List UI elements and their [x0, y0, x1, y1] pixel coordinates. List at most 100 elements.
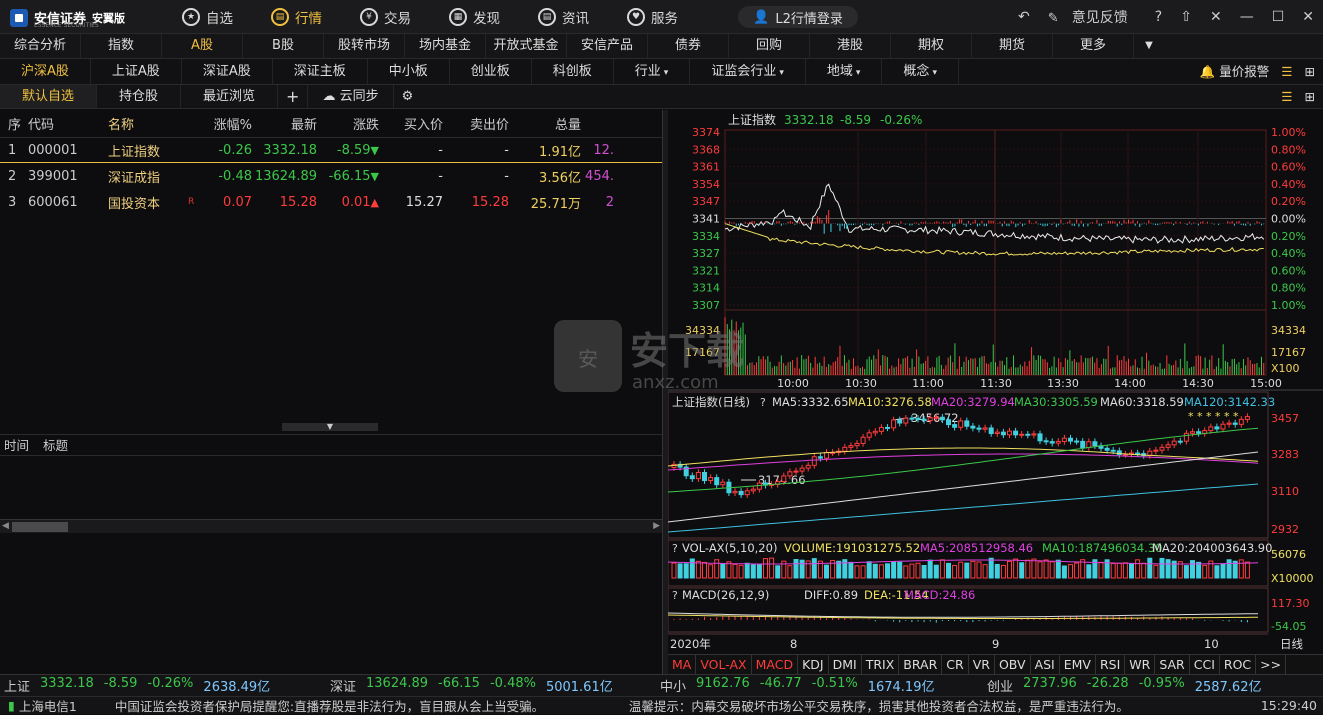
- col-header-8[interactable]: 卖出价: [443, 114, 509, 133]
- market-tab-5[interactable]: 场内基金: [405, 34, 486, 58]
- l2-login-button[interactable]: 👤 L2行情登录: [738, 6, 858, 28]
- nav-5[interactable]: ♥ 服务: [627, 0, 678, 34]
- board-tab-1[interactable]: 上证A股: [91, 59, 182, 84]
- indicator-tab-9[interactable]: OBV: [995, 655, 1031, 674]
- indicator-tab-2[interactable]: MACD: [752, 655, 799, 674]
- col-header-4[interactable]: 涨幅%: [198, 114, 252, 133]
- watchlist-tab-1[interactable]: 持仓股: [97, 85, 182, 108]
- indicator-tab-14[interactable]: SAR: [1155, 655, 1190, 674]
- nav-4[interactable]: ▤ 资讯: [538, 0, 589, 34]
- board-tab-10[interactable]: 概念 ▾: [882, 59, 959, 84]
- market-tab-2[interactable]: A股: [162, 34, 243, 58]
- market-tab-9[interactable]: 回购: [729, 34, 810, 58]
- scroll-right-icon[interactable]: ▶: [653, 521, 660, 531]
- row-vol: 25.71万: [530, 196, 581, 212]
- indicator-tab-17[interactable]: >>: [1256, 655, 1287, 674]
- board-tab-5[interactable]: 创业板: [450, 59, 532, 84]
- market-tab-0[interactable]: 综合分析: [0, 34, 81, 58]
- indicator-tab-6[interactable]: BRAR: [899, 655, 943, 674]
- candle: [1190, 431, 1195, 434]
- index-status-sh[interactable]: 上证 3332.18 -8.59 -0.26% 2638.49亿: [0, 676, 330, 695]
- panel-splitter[interactable]: ▼: [282, 423, 378, 431]
- market-tab-4[interactable]: 股转市场: [324, 34, 405, 58]
- table-row[interactable]: 2 399001 深证成指 -0.48 13624.89 -66.15▼ - -3.56亿 45…: [0, 163, 662, 189]
- market-tab-7[interactable]: 安信产品: [567, 34, 648, 58]
- col-header-6[interactable]: 涨跌: [317, 114, 379, 133]
- indicator-tab-13[interactable]: WR: [1125, 655, 1156, 674]
- settings-gear-icon[interactable]: ⚙: [394, 85, 422, 108]
- vol-help-icon[interactable]: ?: [672, 542, 678, 555]
- back-icon[interactable]: ↶: [1018, 9, 1030, 25]
- indicator-tab-12[interactable]: RSI: [1096, 655, 1126, 674]
- index-status-sz[interactable]: 深证 13624.89 -66.15 -0.48% 5001.61亿: [330, 676, 660, 695]
- cloud-sync-button[interactable]: ☁ 云同步: [308, 85, 394, 108]
- watchlist-tab-2[interactable]: 最近浏览: [181, 85, 279, 108]
- col-header-0[interactable]: 序: [0, 114, 28, 133]
- grid-view-icon-2[interactable]: ⊞: [1305, 85, 1315, 108]
- scroll-thumb[interactable]: [12, 522, 68, 532]
- close-icon[interactable]: ✕: [1302, 9, 1314, 25]
- indicator-tab-10[interactable]: ASI: [1031, 655, 1060, 674]
- help-icon[interactable]: ?: [1155, 9, 1162, 25]
- market-tab-13[interactable]: 更多: [1053, 34, 1134, 58]
- index-status-cy[interactable]: 创业 2737.96 -26.28 -0.95% 2587.62亿: [987, 676, 1323, 695]
- horizontal-scrollbar[interactable]: ◀ ▶: [0, 519, 662, 533]
- board-tab-2[interactable]: 深证A股: [182, 59, 273, 84]
- alert-button[interactable]: 🔔 量价报警: [1200, 59, 1270, 84]
- indicator-tab-1[interactable]: VOL-AX: [696, 655, 752, 674]
- nav-1[interactable]: ▤ 行情: [271, 0, 322, 34]
- candle: [970, 425, 976, 429]
- indicator-tab-11[interactable]: EMV: [1060, 655, 1096, 674]
- minimize-icon[interactable]: —: [1240, 9, 1254, 25]
- maximize-icon[interactable]: ☐: [1272, 9, 1285, 25]
- add-tab-button[interactable]: +: [278, 85, 309, 108]
- tools-icon[interactable]: ✕: [1210, 9, 1222, 25]
- list-view-icon[interactable]: ☰: [1281, 59, 1292, 84]
- col-header-1[interactable]: 代码: [28, 114, 108, 133]
- board-tab-9[interactable]: 地域 ▾: [806, 59, 883, 84]
- indicator-tab-16[interactable]: ROC: [1220, 655, 1257, 674]
- market-tab-6[interactable]: 开放式基金: [486, 34, 567, 58]
- nav-3[interactable]: ▦ 发现: [449, 0, 500, 34]
- board-tab-0[interactable]: 沪深A股: [0, 59, 91, 84]
- table-row[interactable]: 1 000001 上证指数 -0.26 3332.18 -8.59▼ - -1.91亿 12.: [0, 137, 662, 163]
- watchlist-tab-0[interactable]: 默认自选: [0, 85, 98, 108]
- board-tab-6[interactable]: 科创板: [532, 59, 614, 84]
- board-tab-7[interactable]: 行业 ▾: [614, 59, 691, 84]
- scroll-left-icon[interactable]: ◀: [2, 521, 9, 531]
- connection-label[interactable]: 上海电信1: [19, 696, 115, 715]
- col-header-5[interactable]: 最新: [252, 114, 317, 133]
- board-tab-4[interactable]: 中小板: [368, 59, 450, 84]
- indicator-tab-15[interactable]: CCI: [1190, 655, 1220, 674]
- skin-icon[interactable]: ⇧: [1180, 9, 1192, 25]
- list-view-icon-2[interactable]: ☰: [1281, 85, 1292, 108]
- nav-0[interactable]: ★ 自选: [182, 0, 233, 34]
- market-tab-12[interactable]: 期货: [972, 34, 1053, 58]
- indicator-tab-0[interactable]: MA: [668, 655, 697, 674]
- indicator-tab-8[interactable]: VR: [969, 655, 995, 674]
- row-amount: 12.: [593, 142, 614, 158]
- indicator-tab-7[interactable]: CR: [942, 655, 969, 674]
- indicator-tab-4[interactable]: DMI: [829, 655, 862, 674]
- col-header-2[interactable]: 名称: [108, 114, 188, 133]
- period-label[interactable]: 日线: [1280, 637, 1303, 651]
- market-tab-8[interactable]: 债券: [648, 34, 729, 58]
- more-dropdown-icon[interactable]: ▼: [1134, 34, 1164, 58]
- grid-view-icon[interactable]: ⊞: [1305, 59, 1315, 84]
- col-header-7[interactable]: 买入价: [379, 114, 443, 133]
- market-tab-11[interactable]: 期权: [891, 34, 972, 58]
- market-tab-10[interactable]: 港股: [810, 34, 891, 58]
- macd-help-icon[interactable]: ?: [672, 589, 678, 602]
- index-status-zx[interactable]: 中小 9162.76 -46.77 -0.51% 1674.19亿: [660, 676, 987, 695]
- col-header-9[interactable]: 总量: [509, 114, 581, 133]
- feedback-button[interactable]: ✎ 意见反馈: [1048, 7, 1137, 27]
- board-tab-8[interactable]: 证监会行业 ▾: [690, 59, 806, 84]
- market-tab-3[interactable]: B股: [243, 34, 324, 58]
- table-row[interactable]: 3 600061 国投资本 R 0.07 15.28 0.01▲ 15.27 15.28 25.7…: [0, 189, 662, 215]
- market-tab-1[interactable]: 指数: [81, 34, 162, 58]
- indicator-tab-3[interactable]: KDJ: [798, 655, 829, 674]
- indicator-tab-5[interactable]: TRIX: [862, 655, 900, 674]
- kline-help-icon[interactable]: ?: [760, 396, 766, 409]
- board-tab-3[interactable]: 深证主板: [273, 59, 368, 84]
- nav-2[interactable]: ¥ 交易: [360, 0, 411, 34]
